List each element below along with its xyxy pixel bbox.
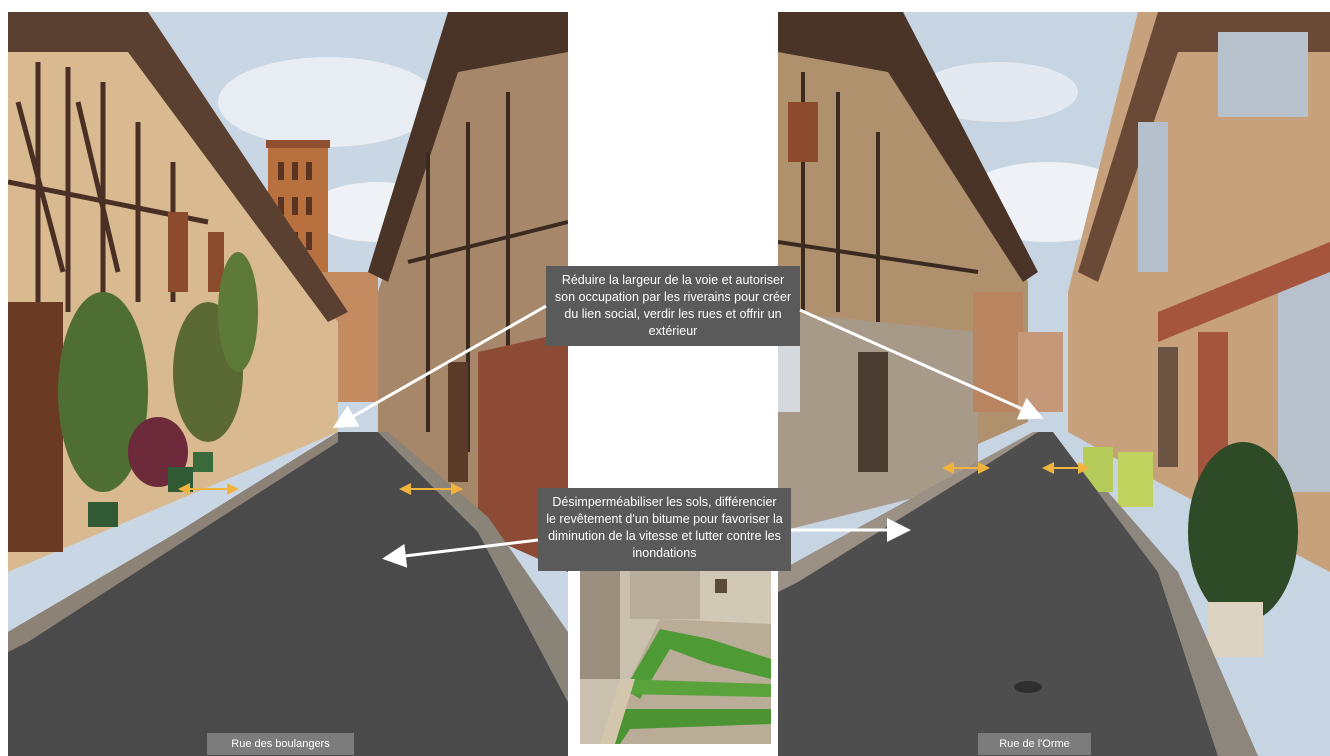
caption-rue-de-l-orme: Rue de l'Orme	[978, 733, 1091, 755]
callout-permeable-surfaces: Désimperméabiliser les sols, différencie…	[538, 488, 791, 571]
right-street-photo	[778, 12, 1330, 756]
left-street-photo	[8, 12, 568, 756]
caption-rue-des-boulangers: Rue des boulangers	[207, 733, 354, 755]
callout-reduce-road-width: Réduire la largeur de la voie et autoris…	[546, 266, 800, 346]
courtyard-inset-photo	[580, 569, 771, 744]
